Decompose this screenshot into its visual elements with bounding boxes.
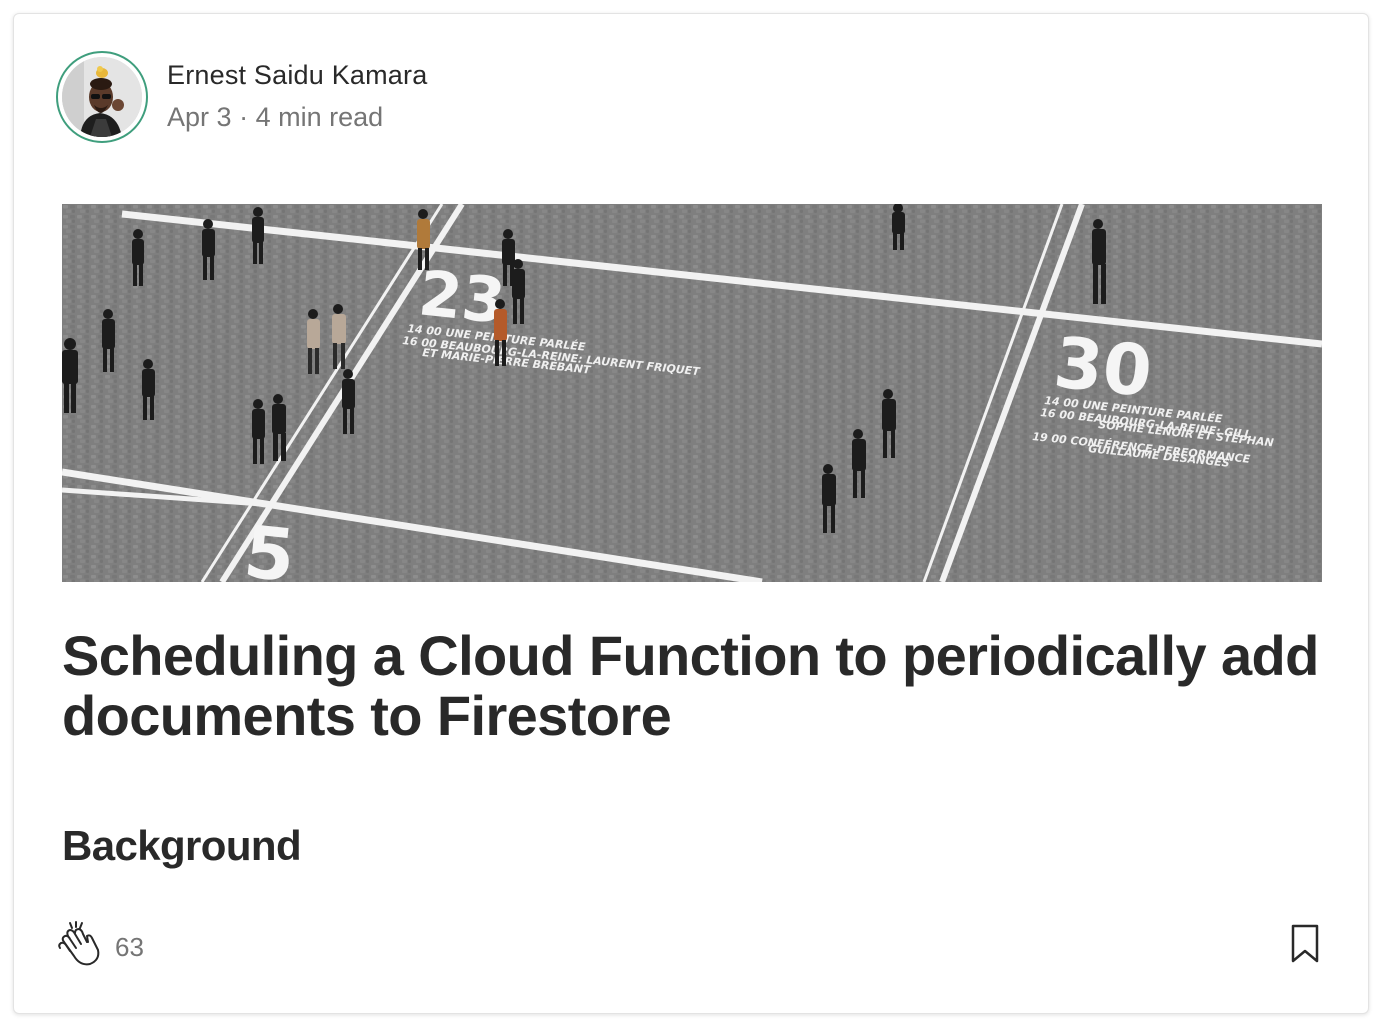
clap-count: 63 [115, 932, 144, 962]
bookmark-icon [1291, 924, 1319, 963]
read-time: 4 min read [255, 102, 384, 132]
author-name[interactable]: Ernest Saidu Kamara [167, 60, 427, 91]
hero-photo-icon: 23 30 5 14 00 UNE PEINTURE PARLÉE 16 00 … [62, 204, 1322, 582]
hero-image[interactable]: 23 30 5 14 00 UNE PEINTURE PARLÉE 16 00 … [62, 204, 1322, 582]
article-subtitle: Background [62, 822, 302, 869]
meta-separator: · [239, 102, 249, 132]
post-date: Apr 3 [167, 102, 232, 132]
clap-button[interactable] [54, 918, 104, 972]
author-avatar[interactable] [56, 51, 148, 143]
avatar-photo-icon [62, 57, 142, 137]
clap-icon [58, 921, 100, 966]
sign-number-5: 5 [240, 509, 299, 582]
article-card[interactable]: Ernest Saidu Kamara Apr 3 · 4 min read 2… [13, 13, 1369, 1014]
post-meta: Apr 3 · 4 min read [167, 102, 383, 133]
article-title[interactable]: Scheduling a Cloud Function to periodica… [62, 626, 1324, 746]
bookmark-button[interactable] [1290, 924, 1320, 964]
